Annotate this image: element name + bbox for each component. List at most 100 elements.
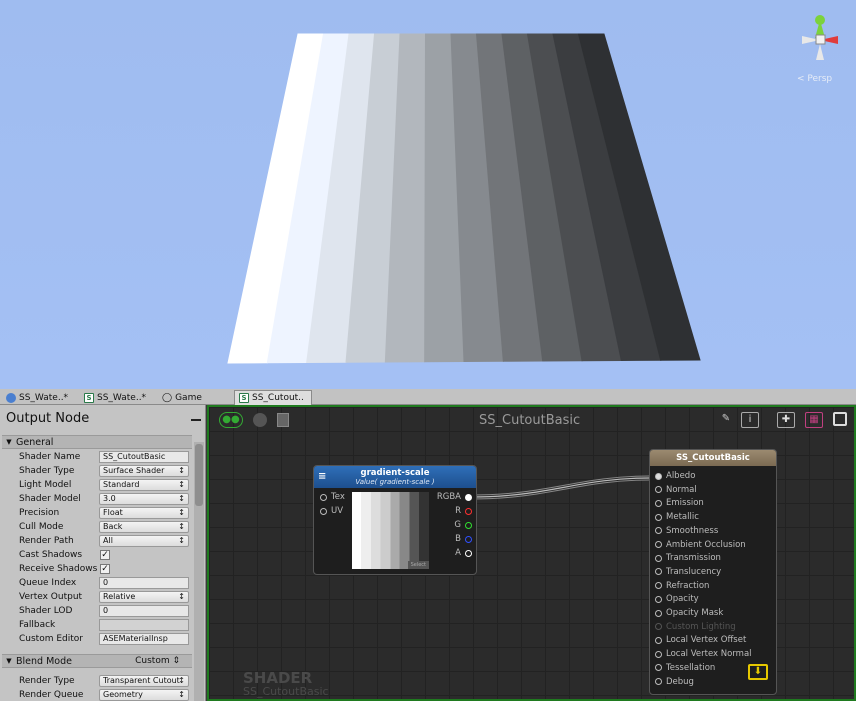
property-field[interactable]: SS_CutoutBasic: [99, 451, 189, 463]
tab-ss-cutout[interactable]: S SS_Cutout..: [234, 390, 312, 405]
property-label: Receive Shadows: [19, 564, 98, 574]
tab-label: SS_Wate..*: [97, 392, 147, 403]
input-port: Custom Lighting: [655, 622, 736, 632]
blend-mode-section-header[interactable]: ▼ Blend Mode Custom ⇕: [2, 654, 192, 668]
property-label: Fallback: [19, 620, 56, 630]
select-texture-button[interactable]: Select: [407, 561, 429, 569]
property-label: Shader Type: [19, 466, 75, 476]
property-row: Precision Float: [19, 507, 191, 519]
tab-game[interactable]: ◯ Game: [158, 390, 206, 405]
input-port[interactable]: Local Vertex Normal: [655, 649, 752, 659]
port-dot-icon: [655, 541, 662, 548]
input-port[interactable]: Transmission: [655, 553, 721, 563]
node-title: SS_CutoutBasic: [676, 453, 750, 463]
blend-mode-dropdown[interactable]: Custom ⇕: [135, 656, 180, 666]
tab-ss-water-1[interactable]: SS_Wate..*: [2, 390, 72, 405]
property-dropdown[interactable]: 3.0: [99, 493, 189, 505]
editor-tab-bar: SS_Wate..* S SS_Wate..* ◯ Game S SS_Cuto…: [0, 389, 856, 405]
port-dot-icon: [655, 472, 662, 480]
input-port[interactable]: Debug: [655, 677, 694, 687]
property-label: Cull Mode: [19, 522, 64, 532]
output-port[interactable]: A: [455, 548, 472, 558]
port-dot-icon: [655, 678, 662, 685]
input-port[interactable]: Tessellation: [655, 663, 715, 673]
property-dropdown[interactable]: All: [99, 535, 189, 547]
port-dot-icon: [655, 486, 662, 494]
output-port[interactable]: G: [454, 520, 472, 530]
section-label: General: [16, 436, 54, 448]
property-dropdown[interactable]: Geometry: [99, 689, 189, 701]
shader-name-watermark: SS_CutoutBasic: [243, 685, 329, 698]
port-dot-icon: [655, 609, 662, 617]
node-header[interactable]: ≡ gradient-scale Value( gradient-scale ): [314, 466, 476, 488]
input-port[interactable]: Opacity: [655, 594, 699, 604]
input-port[interactable]: Local Vertex Offset: [655, 635, 746, 645]
node-menu-icon[interactable]: ≡: [318, 471, 326, 482]
input-port[interactable]: Translucency: [655, 567, 721, 577]
input-port[interactable]: Normal: [655, 485, 697, 495]
input-port[interactable]: Emission: [655, 498, 704, 508]
inspector-title: Output Node: [6, 411, 90, 426]
port-label: Albedo: [666, 471, 696, 481]
node-graph-canvas[interactable]: ●● SS_CutoutBasic ✎ i ✚ ▦ ≡ gradient-sca…: [207, 405, 856, 701]
minimize-icon[interactable]: [191, 419, 201, 421]
property-dropdown[interactable]: Standard: [99, 479, 189, 491]
gradient-plane: [227, 33, 701, 364]
property-dropdown[interactable]: Float: [99, 507, 189, 519]
checkbox[interactable]: ✓: [100, 564, 110, 574]
property-dropdown[interactable]: Surface Shader: [99, 465, 189, 477]
property-dropdown[interactable]: Transparent Cutout: [99, 675, 189, 687]
save-download-icon[interactable]: ⬇: [748, 664, 768, 680]
property-row: Shader Name SS_CutoutBasic: [19, 451, 191, 463]
output-master-node[interactable]: SS_CutoutBasic Albedo Normal Emission Metal…: [649, 449, 777, 695]
input-port[interactable]: Metallic: [655, 512, 699, 522]
input-port[interactable]: Refraction: [655, 581, 709, 591]
port-dot-icon: [655, 595, 662, 603]
property-field[interactable]: 0: [99, 605, 189, 617]
input-port-tex[interactable]: Tex: [320, 492, 345, 502]
general-section-header[interactable]: ▼ General: [2, 435, 192, 449]
property-label: Vertex Output: [19, 592, 83, 602]
tab-ss-water-2[interactable]: S SS_Wate..*: [80, 390, 150, 405]
port-dot-icon: [655, 664, 662, 672]
property-row: Shader LOD 0: [19, 605, 191, 617]
port-dot-icon: [465, 493, 472, 501]
scene-view[interactable]: < Persp: [0, 0, 856, 389]
property-field[interactable]: 0: [99, 577, 189, 589]
property-field[interactable]: ASEMaterialInsp: [99, 633, 189, 645]
port-label: Smoothness: [666, 525, 719, 536]
checkbox[interactable]: ✓: [100, 550, 110, 560]
property-field[interactable]: [99, 619, 189, 631]
property-row: Cull Mode Back: [19, 521, 191, 533]
property-row: Receive Shadows ✓: [19, 563, 191, 575]
port-label: Transmission: [666, 553, 721, 564]
property-row: Light Model Standard: [19, 479, 191, 491]
port-label: R: [455, 506, 461, 516]
property-dropdown[interactable]: Back: [99, 521, 189, 533]
port-label: Normal: [666, 484, 697, 495]
node-subtitle: Value( gradient-scale ): [355, 478, 435, 486]
port-label: RGBA: [436, 492, 461, 502]
property-label: Render Path: [19, 536, 74, 546]
inspector-scroll-thumb[interactable]: [195, 444, 203, 506]
property-dropdown[interactable]: Relative: [99, 591, 189, 603]
input-port[interactable]: Ambient Occlusion: [655, 540, 746, 550]
input-port-uv[interactable]: UV: [320, 506, 343, 516]
gradient-scale-node[interactable]: ≡ gradient-scale Value( gradient-scale )…: [313, 465, 477, 575]
port-dot-icon: [655, 499, 662, 507]
node-header[interactable]: SS_CutoutBasic: [650, 450, 776, 466]
expand-arrow-icon: ▼: [6, 438, 12, 446]
port-dot-icon: [655, 513, 662, 521]
output-port[interactable]: R: [455, 506, 472, 516]
property-row: Fallback: [19, 619, 191, 631]
port-label: Ambient Occlusion: [666, 539, 746, 550]
tab-label: Game: [175, 392, 202, 403]
input-port[interactable]: Smoothness: [655, 526, 718, 536]
output-port[interactable]: RGBA: [437, 492, 472, 502]
persp-label[interactable]: < Persp: [797, 74, 832, 84]
input-port[interactable]: Opacity Mask: [655, 608, 723, 618]
output-port[interactable]: B: [455, 534, 472, 544]
port-dot-icon: [655, 636, 662, 644]
input-port[interactable]: Albedo: [655, 471, 695, 481]
texture-preview[interactable]: Select: [352, 492, 429, 569]
